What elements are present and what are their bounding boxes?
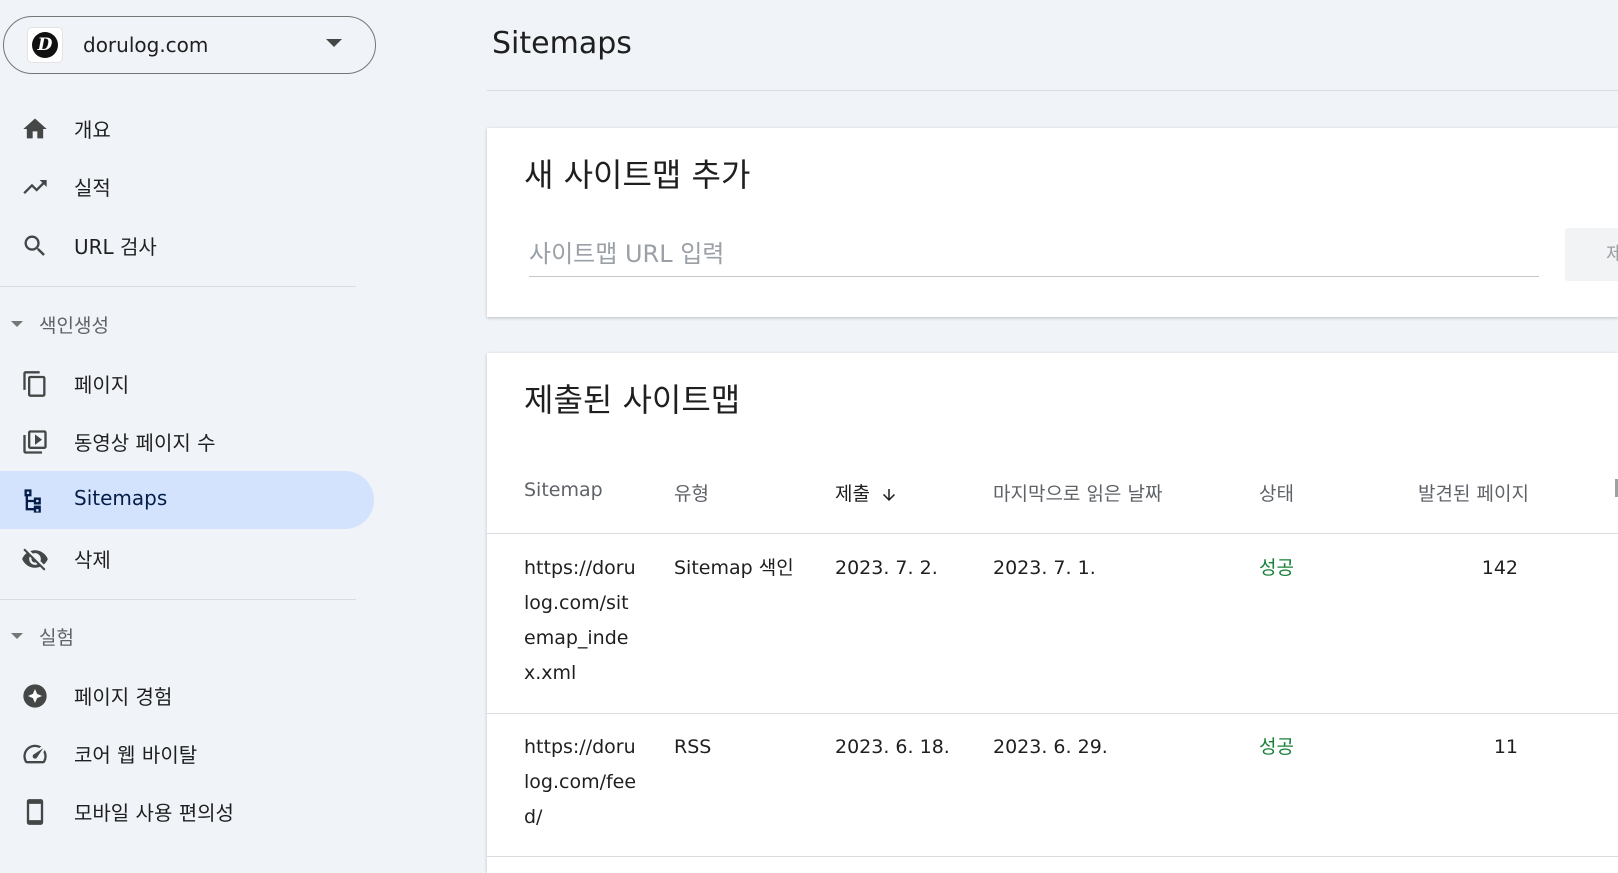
arrow-down-icon [882,488,895,501]
row-divider [487,856,1618,857]
property-name: dorulog.com [83,33,209,57]
sitemap-type: Sitemap 색인 [674,557,794,579]
add-sitemap-card: 새 사이트맵 추가 제출 [487,128,1618,317]
sitemap-icon [24,489,41,513]
discovered-pages-count: 11 [1493,736,1518,758]
search-icon [24,235,45,256]
sidebar-item-label: 코어 웹 바이탈 [74,743,198,767]
submitted-sitemaps-title: 제출된 사이트맵 [524,381,741,419]
sidebar-item-performance[interactable]: 실적 [0,157,374,215]
column-header-sitemap[interactable]: Sitemap [524,479,603,501]
add-sitemap-title: 새 사이트맵 추가 [524,156,751,194]
row-divider [487,713,1618,714]
sidebar-item-label: 개요 [74,118,111,142]
submit-button[interactable]: 제출 [1565,228,1618,281]
sidebar-item-label: 실적 [74,176,111,200]
sidebar-item-removals[interactable]: 삭제 [0,529,374,587]
star-badge-icon [23,684,47,708]
collapse-arrow-icon [11,321,23,327]
dropdown-arrow-icon [326,39,342,47]
discovered-pages-count: 142 [1481,557,1518,579]
submitted-sitemaps-card: 제출된 사이트맵 Sitemap 유형 제출 마지막으로 읽은 날짜 상태 발견… [487,353,1618,873]
sidebar-item-label: 삭제 [74,548,111,572]
sidebar-item-core-web-vitals[interactable]: 코어 웹 바이탈 [0,724,374,782]
sidebar-item-label: Sitemaps [74,486,168,510]
column-header-label: 제출 [835,483,870,505]
trending-up-icon [23,180,47,194]
sitemap-type: RSS [674,736,712,758]
video-library-icon [23,430,47,454]
column-header-discovered-pages[interactable]: 발견된 페이지 [1418,479,1529,506]
column-header-status[interactable]: 상태 [1259,479,1294,506]
collapse-arrow-icon [11,633,23,639]
column-header-submitted[interactable]: 제출 [835,479,898,506]
sidebar-item-label: 페이지 경험 [74,685,173,709]
sidebar-divider [0,286,356,287]
header-divider [487,533,1618,534]
section-label: 실험 [39,627,74,649]
sidebar-item-label: 동영상 페이지 수 [74,431,216,455]
submitted-date: 2023. 6. 18. [835,736,950,758]
section-header-indexing[interactable]: 색인생성 [0,304,360,344]
sidebar-item-label: 모바일 사용 편의성 [74,801,234,825]
speed-gauge-icon [23,744,47,764]
sitemap-url[interactable]: https://dorulog.com/sitemap_index.xml [524,551,639,691]
sidebar-divider [0,599,356,600]
page-title: Sitemaps [492,26,632,61]
column-header-last-read[interactable]: 마지막으로 읽은 날짜 [993,479,1162,506]
sitemap-url[interactable]: https://dorulog.com/feed/ [524,730,639,835]
section-header-experience[interactable]: 실험 [0,616,360,656]
sidebar-item-page-experience[interactable]: 페이지 경험 [0,666,374,724]
sidebar-item-label: URL 검사 [74,235,157,259]
main-content: Sitemaps 새 사이트맵 추가 제출 제출된 사이트맵 Sitemap 유… [487,0,1618,873]
sidebar-item-overview[interactable]: 개요 [0,99,374,157]
phone-icon [26,799,44,825]
sidebar-item-video-pages[interactable]: 동영상 페이지 수 [0,412,374,470]
sidebar-item-label: 페이지 [74,373,130,397]
title-divider [487,90,1618,91]
last-read-date: 2023. 6. 29. [993,736,1108,758]
home-icon [23,118,47,139]
sitemap-url-input[interactable] [529,232,1539,277]
submitted-date: 2023. 7. 2. [835,557,938,579]
sidebar-item-sitemaps[interactable]: Sitemaps [0,471,374,529]
section-label: 색인생성 [39,315,109,337]
sidebar-item-mobile-usability[interactable]: 모바일 사용 편의성 [0,782,374,840]
visibility-off-icon [22,548,48,571]
pages-icon [23,371,46,397]
sidebar-item-url-inspection[interactable]: URL 검사 [0,216,374,274]
site-logo: D [28,28,62,62]
status-badge: 성공 [1259,557,1294,579]
column-header-type[interactable]: 유형 [674,479,709,506]
status-badge: 성공 [1259,736,1294,758]
sidebar-item-pages[interactable]: 페이지 [0,354,374,412]
last-read-date: 2023. 7. 1. [993,557,1096,579]
sidebar: D dorulog.com 개요 실적 URL 검사 색인생성 페이지 동영상 … [0,0,380,865]
property-selector[interactable]: D dorulog.com [3,16,376,74]
